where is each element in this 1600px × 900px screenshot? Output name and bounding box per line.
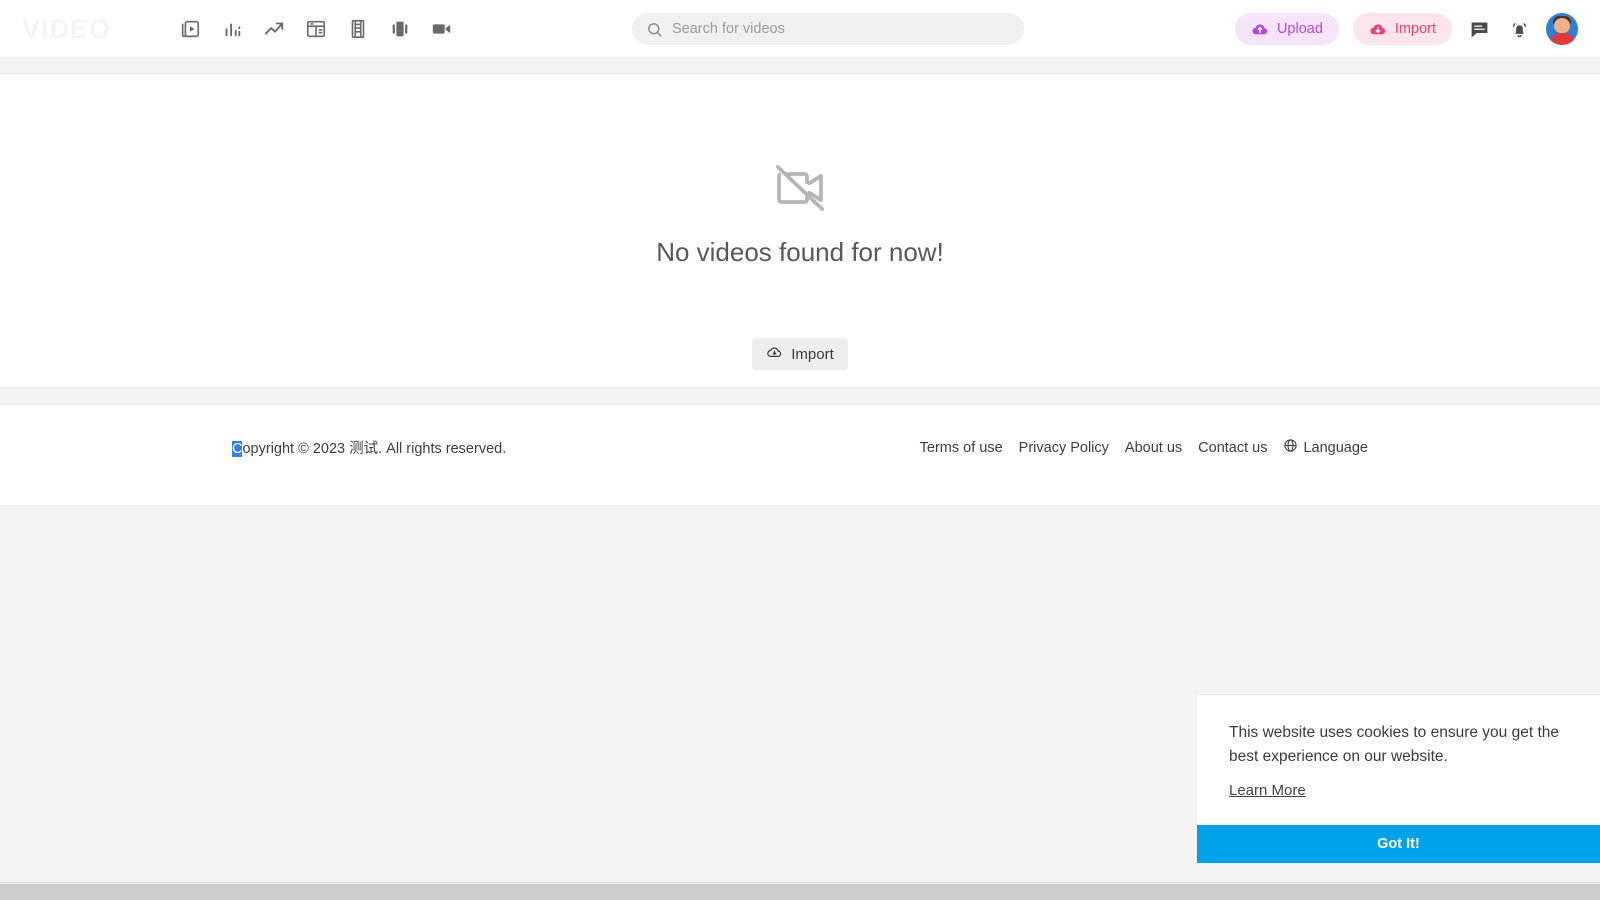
site-logo[interactable]: VIDEO: [22, 6, 172, 52]
header-underbar: [0, 58, 1600, 74]
footer-link-about[interactable]: About us: [1125, 440, 1182, 456]
cookie-learn-more-link[interactable]: Learn More: [1229, 782, 1306, 799]
copyright-selected-char: C: [232, 441, 243, 457]
import-button-main[interactable]: Import: [752, 338, 848, 370]
content-footer-separator: [0, 387, 1600, 405]
video-camera-icon[interactable]: [430, 17, 454, 41]
avatar-body: [1550, 33, 1574, 45]
site-logo-text: VIDEO: [22, 14, 111, 45]
upload-button-label: Upload: [1276, 21, 1323, 37]
search-icon: [646, 21, 663, 38]
film-strip-icon[interactable]: [346, 17, 370, 41]
primary-nav: [178, 0, 454, 58]
site-footer: Copyright © 2023 测试. All rights reserved…: [0, 405, 1600, 505]
cloud-download-icon: [1369, 20, 1387, 38]
bar-chart-icon[interactable]: [220, 17, 244, 41]
carousel-icon[interactable]: [388, 17, 412, 41]
footer-link-privacy[interactable]: Privacy Policy: [1019, 440, 1109, 456]
chat-icon[interactable]: [1466, 16, 1492, 42]
cloud-upload-icon: [1251, 20, 1269, 38]
header-actions: Upload Import: [1234, 0, 1578, 58]
app-header: VIDEO: [0, 0, 1600, 58]
page-root: VIDEO: [0, 0, 1600, 900]
video-library-icon[interactable]: [178, 17, 202, 41]
import-button-header[interactable]: Import: [1352, 13, 1452, 45]
empty-state-message: No videos found for now!: [656, 237, 944, 267]
layout-dashboard-icon[interactable]: [304, 17, 328, 41]
cookie-message: This website uses cookies to ensure you …: [1229, 724, 1559, 766]
import-button-main-label: Import: [791, 345, 834, 363]
empty-state: No videos found for now! Import: [0, 74, 1600, 370]
cookie-consent-banner: This website uses cookies to ensure you …: [1197, 695, 1600, 863]
horizontal-scrollbar[interactable]: [0, 882, 1600, 900]
footer-link-contact[interactable]: Contact us: [1198, 440, 1267, 456]
cookie-accept-button[interactable]: Got It!: [1197, 825, 1600, 863]
globe-icon: [1283, 438, 1298, 457]
language-selector[interactable]: Language: [1283, 438, 1368, 457]
bell-icon[interactable]: [1506, 16, 1532, 42]
cloud-download-icon: [766, 344, 783, 365]
search-bar[interactable]: [632, 13, 1024, 45]
avatar[interactable]: [1546, 13, 1578, 45]
copyright-text: Copyright © 2023 测试. All rights reserved…: [232, 437, 506, 458]
import-button-header-label: Import: [1394, 21, 1436, 37]
upload-button[interactable]: Upload: [1234, 13, 1339, 45]
search-input[interactable]: [672, 21, 1002, 37]
trending-up-icon[interactable]: [262, 17, 286, 41]
main-content: No videos found for now! Import: [0, 74, 1600, 387]
horizontal-scrollbar-thumb[interactable]: [0, 884, 1600, 900]
video-off-icon: [772, 160, 828, 221]
copyright-rest: opyright © 2023 测试. All rights reserved.: [242, 441, 507, 457]
footer-link-terms[interactable]: Terms of use: [920, 440, 1003, 456]
footer-links: Terms of use Privacy Policy About us Con…: [920, 438, 1368, 457]
language-label: Language: [1303, 439, 1368, 456]
